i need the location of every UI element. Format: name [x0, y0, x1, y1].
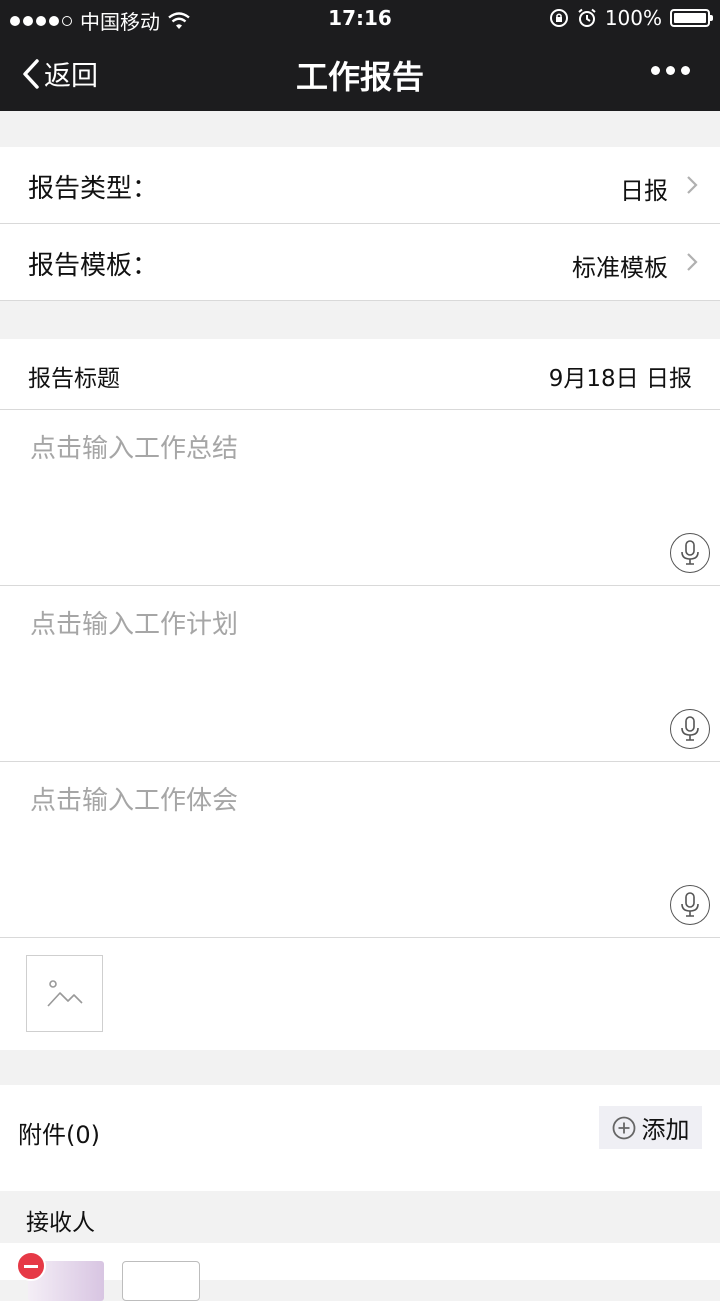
remove-receiver-button[interactable]	[16, 1251, 46, 1281]
battery-icon	[670, 9, 713, 27]
add-receiver-button[interactable]	[122, 1261, 200, 1301]
orientation-lock-icon	[549, 9, 568, 27]
microphone-button[interactable]	[670, 885, 710, 925]
report-type-value: 日报	[620, 177, 668, 205]
receivers-label: 接收人	[26, 1210, 95, 1236]
report-type-label: 报告类型：	[28, 174, 159, 204]
receivers-section-header: 接收人	[0, 1191, 720, 1243]
report-title-row[interactable]: 报告标题 9月18日 日报	[0, 339, 720, 409]
attachments-label: 附件(0)	[18, 1121, 100, 1149]
work-summary-placeholder: 点击输入工作总结	[30, 434, 239, 464]
microphone-icon	[681, 892, 699, 917]
status-bar: 中国移动 17:16 100%	[0, 0, 720, 36]
work-plan-placeholder: 点击输入工作计划	[30, 610, 239, 640]
receivers-row	[0, 1243, 720, 1301]
microphone-icon	[681, 540, 699, 565]
more-icon-dot	[666, 66, 675, 75]
attachments-row: 附件(0) 添加	[0, 1085, 720, 1191]
report-title-value: 9月18日 日报	[548, 366, 692, 392]
divider	[0, 300, 720, 301]
work-experience-field[interactable]: 点击输入工作体会	[0, 762, 720, 937]
plus-circle-icon	[612, 1116, 635, 1139]
add-attachment-button[interactable]: 添加	[599, 1106, 702, 1149]
status-right: 100%	[549, 6, 713, 30]
work-plan-field[interactable]: 点击输入工作计划	[0, 586, 720, 761]
add-attachment-label: 添加	[641, 1116, 690, 1144]
chevron-right-icon	[687, 176, 698, 194]
minus-icon	[24, 1264, 38, 1268]
report-template-label: 报告模板：	[28, 251, 159, 281]
navigation-bar: 返回 工作报告	[0, 36, 720, 111]
chevron-right-icon	[687, 253, 698, 271]
report-template-row[interactable]: 报告模板： 标准模板	[0, 224, 720, 300]
report-template-value: 标准模板	[572, 254, 668, 282]
report-title-label: 报告标题	[28, 366, 120, 392]
image-upload-row	[0, 938, 720, 1050]
image-icon	[46, 979, 83, 1007]
battery-percentage: 100%	[604, 6, 662, 30]
more-icon-dot	[651, 66, 660, 75]
microphone-button[interactable]	[670, 533, 710, 573]
alarm-icon	[578, 8, 596, 27]
work-experience-placeholder: 点击输入工作体会	[30, 786, 239, 816]
microphone-icon	[681, 716, 699, 741]
work-summary-field[interactable]: 点击输入工作总结	[0, 410, 720, 585]
report-type-row[interactable]: 报告类型： 日报	[0, 147, 720, 223]
page-title: 工作报告	[295, 58, 424, 96]
more-button[interactable]	[651, 66, 690, 75]
microphone-button[interactable]	[670, 709, 710, 749]
add-image-button[interactable]	[26, 955, 103, 1032]
more-icon-dot	[681, 66, 690, 75]
